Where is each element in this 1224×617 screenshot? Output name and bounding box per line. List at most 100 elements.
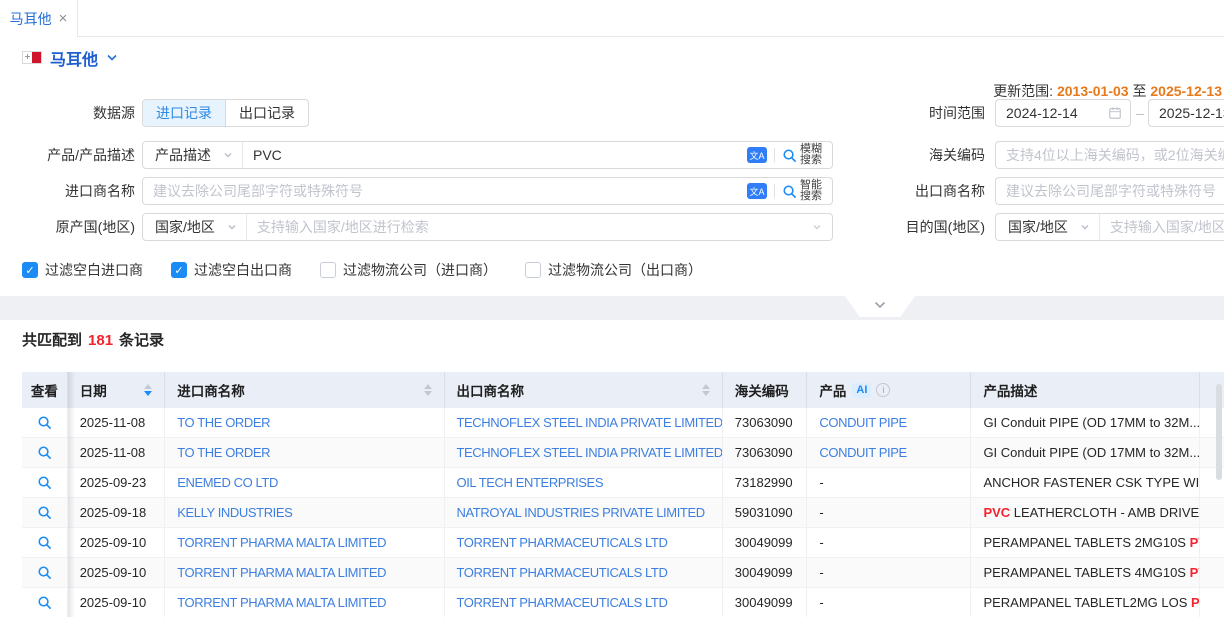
destination-select[interactable]: 国家/地区	[996, 214, 1100, 240]
importer-link[interactable]: TORRENT PHARMA MALTA LIMITED	[177, 535, 386, 550]
desc-cell: ANCHOR FASTENER CSK TYPE WITH ...	[971, 468, 1200, 497]
product-link[interactable]: CONDUIT PIPE	[819, 445, 906, 460]
view-cell	[22, 558, 68, 587]
view-record-button[interactable]	[37, 475, 52, 490]
date-start-field[interactable]	[995, 99, 1131, 127]
origin-input[interactable]	[247, 214, 812, 240]
importer-link[interactable]: ENEMED CO LTD	[177, 475, 278, 490]
tab-bar: 马耳他 ×	[0, 0, 1224, 37]
close-icon[interactable]: ×	[59, 11, 68, 26]
tab-malta[interactable]: 马耳他 ×	[0, 0, 78, 37]
exporter-link[interactable]: NATROYAL INDUSTRIES PRIVATE LIMITED	[457, 505, 705, 520]
translate-icon[interactable]: 文A	[747, 183, 767, 199]
importer-cell: TORRENT PHARMA MALTA LIMITED	[165, 588, 444, 617]
exporter-link[interactable]: TORRENT PHARMACEUTICALS LTD	[457, 535, 668, 550]
sort-icons[interactable]	[424, 384, 432, 396]
table-row: 2025-09-10TORRENT PHARMA MALTA LIMITEDTO…	[22, 558, 1224, 588]
filter-checkbox-2[interactable]: 过滤物流公司（进口商）	[320, 260, 497, 280]
checkbox-icon[interactable]: ✓	[171, 262, 187, 278]
view-record-button[interactable]	[37, 415, 52, 430]
exporter-link[interactable]: TECHNOFLEX STEEL INDIA PRIVATE LIMITED	[457, 415, 723, 430]
column-header-2[interactable]: 进口商名称	[165, 372, 444, 408]
table-row: 2025-11-08TO THE ORDERTECHNOFLEX STEEL I…	[22, 438, 1224, 468]
column-label: 查看	[31, 380, 58, 400]
overflow-cell	[1200, 528, 1224, 557]
importer-link[interactable]: TORRENT PHARMA MALTA LIMITED	[177, 565, 386, 580]
data-source-tab-0[interactable]: 进口记录	[143, 100, 225, 126]
importer-link[interactable]: TO THE ORDER	[177, 415, 270, 430]
hs-code-cell: 73063090	[723, 438, 808, 467]
exporter-field[interactable]	[995, 177, 1224, 205]
column-label: 日期	[80, 380, 107, 400]
filter-checkbox-0[interactable]: ✓过滤空白进口商	[22, 260, 143, 280]
chevron-down-icon	[106, 53, 118, 62]
exporter-link[interactable]: OIL TECH ENTERPRISES	[457, 475, 604, 490]
malta-flag-icon	[22, 51, 42, 64]
date-range-separator: –	[1134, 99, 1146, 127]
importer-input[interactable]	[143, 178, 747, 204]
smart-search-button[interactable]: 智能搜索	[782, 180, 823, 202]
origin-select[interactable]: 国家/地区	[143, 214, 247, 240]
collapse-filters-button[interactable]	[845, 296, 915, 317]
translate-icon[interactable]: 文A	[747, 147, 767, 163]
data-source-tabs: 进口记录出口记录	[142, 99, 309, 127]
column-header-1[interactable]: 日期	[68, 372, 166, 408]
importer-link[interactable]: TO THE ORDER	[177, 445, 270, 460]
checkbox-icon[interactable]: ✓	[22, 262, 38, 278]
date-end-field[interactable]	[1148, 99, 1224, 127]
column-header-3[interactable]: 出口商名称	[445, 372, 723, 408]
view-record-button[interactable]	[37, 445, 52, 460]
hs-code-field[interactable]	[995, 141, 1224, 169]
hs-code-input[interactable]	[996, 142, 1224, 168]
fuzzy-search-button[interactable]: 模糊搜索	[782, 144, 823, 166]
chevron-down-icon	[1080, 222, 1090, 232]
country-selector[interactable]: 马耳他	[0, 37, 118, 78]
view-record-button[interactable]	[37, 505, 52, 520]
checkbox-label: 过滤物流公司（进口商）	[343, 260, 497, 280]
vertical-scrollbar-thumb[interactable]	[1216, 384, 1222, 480]
product-field: 产品描述 文A 模糊搜索	[142, 141, 833, 169]
desc-cell: PERAMPANEL TABLETS 4MG10S PVC...	[971, 558, 1200, 587]
hs-code-cell: 59031090	[723, 498, 808, 527]
table-row: 2025-09-23 ENEMED CO LTD OIL TECH ENTERPRI…	[22, 468, 1224, 498]
view-record-button[interactable]	[37, 565, 52, 580]
filter-checkbox-1[interactable]: ✓ 过滤空白出口商	[171, 260, 292, 280]
product-type-select[interactable]: 产品描述	[143, 142, 243, 168]
desc-text: PERAMPANEL TABLETS 2MG10S	[983, 535, 1189, 550]
date-end-input[interactable]	[1149, 100, 1224, 126]
data-source-tab-1[interactable]: 出口记录	[225, 100, 308, 126]
column-header-5: 产品AIi	[807, 372, 971, 408]
search-icon	[37, 415, 52, 430]
importer-link[interactable]: KELLY INDUSTRIES	[177, 505, 292, 520]
exporter-link[interactable]: TORRENT PHARMACEUTICALS LTD	[457, 595, 668, 610]
date-start-input[interactable]	[996, 100, 1108, 126]
chevron-down-icon	[873, 300, 887, 310]
date-cell: 2025-09-10	[68, 528, 166, 557]
country-name: 马耳他	[50, 46, 98, 70]
column-label: 出口商名称	[457, 380, 525, 400]
sort-icons[interactable]	[144, 384, 152, 396]
date-cell: 2025-09-23	[68, 468, 166, 497]
destination-input[interactable]	[1100, 214, 1224, 240]
origin-field: 国家/地区	[142, 213, 833, 241]
exporter-input[interactable]	[996, 178, 1224, 204]
sort-icons[interactable]	[702, 384, 710, 396]
exporter-link[interactable]: TORRENT PHARMACEUTICALS LTD	[457, 565, 668, 580]
divider	[774, 184, 775, 198]
product-link[interactable]: CONDUIT PIPE	[819, 415, 906, 430]
view-record-button[interactable]	[37, 595, 52, 610]
checkbox-icon[interactable]	[525, 262, 541, 278]
checkbox-label: 过滤空白出口商	[194, 260, 292, 280]
checkbox-icon[interactable]	[320, 262, 336, 278]
importer-link[interactable]: TORRENT PHARMA MALTA LIMITED	[177, 595, 386, 610]
view-record-button[interactable]	[37, 535, 52, 550]
desc-text: PERAMPANEL TABLETL2MG LOS	[983, 595, 1191, 610]
calendar-icon[interactable]	[1108, 106, 1122, 120]
product-input[interactable]	[243, 142, 747, 168]
overflow-cell	[1200, 498, 1224, 527]
result-count-suffix: 条记录	[119, 332, 164, 349]
filter-checkboxes: ✓过滤空白进口商✓过滤空白出口商过滤物流公司（进口商）过滤物流公司（出口商）	[22, 260, 702, 280]
filter-checkbox-3[interactable]: 过滤物流公司（出口商）	[525, 260, 702, 280]
desc-text: ANCHOR FASTENER CSK TYPE WITH ...	[983, 475, 1200, 490]
exporter-link[interactable]: TECHNOFLEX STEEL INDIA PRIVATE LIMITED	[457, 445, 723, 460]
